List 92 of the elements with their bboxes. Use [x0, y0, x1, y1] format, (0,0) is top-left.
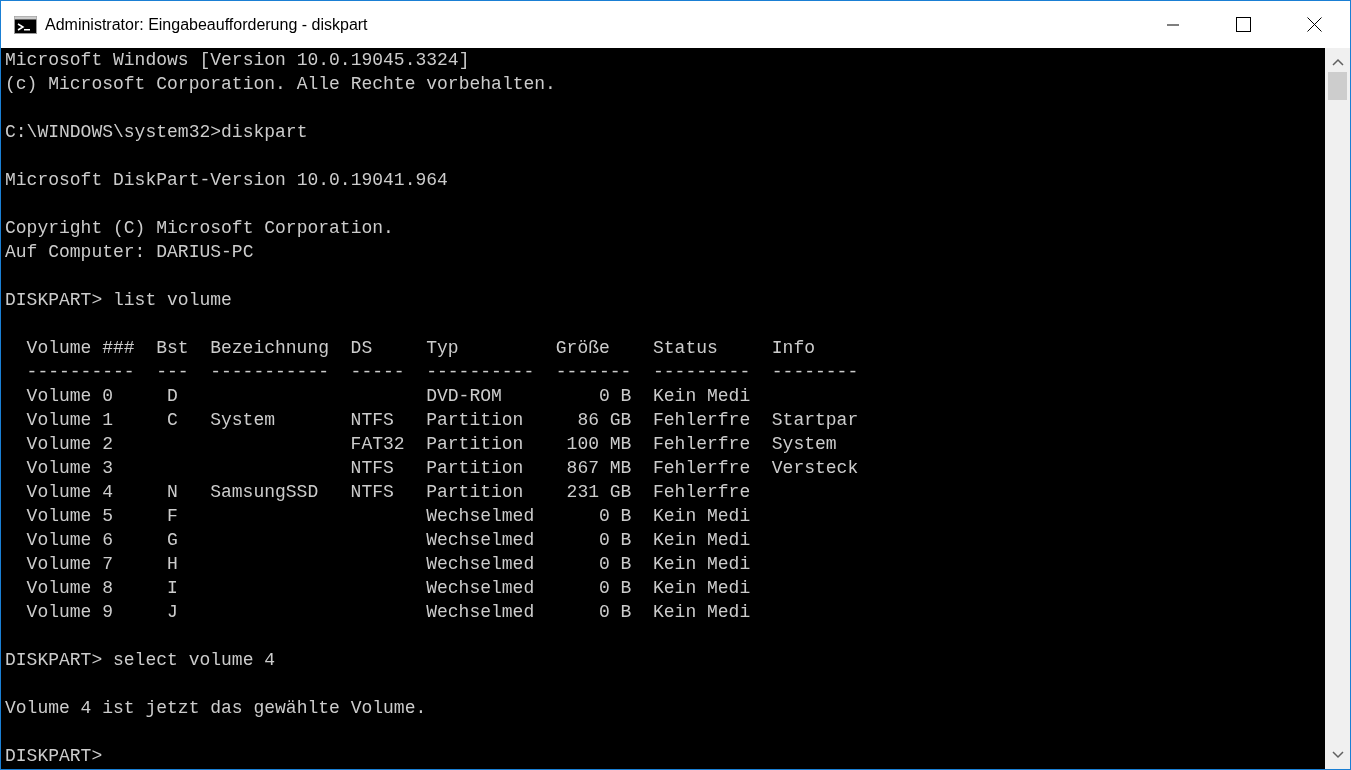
table-cell: Wechselmed [426, 554, 535, 574]
table-cell: 0 B [599, 602, 632, 622]
table-cell: 86 GB [577, 410, 632, 430]
scroll-up-icon[interactable] [1331, 58, 1344, 66]
separator-line: ----- [350, 362, 405, 382]
table-cell: NTFS [350, 458, 394, 478]
console-line: Copyright (C) Microsoft Corporation. [5, 218, 394, 238]
console-line: Volume 4 ist jetzt das gewählte Volume. [5, 698, 427, 718]
table-cell: Versteck [771, 458, 859, 478]
table-cell: 867 MB [566, 458, 632, 478]
table-cell: G [167, 530, 178, 550]
table-cell: Fehlerfre [653, 482, 751, 502]
separator-line: -------- [771, 362, 859, 382]
table-cell: NTFS [350, 410, 394, 430]
console-line: Microsoft DiskPart-Version 10.0.19041.964 [5, 170, 448, 190]
scroll-down-icon[interactable] [1331, 751, 1344, 759]
console-line: DISKPART> [5, 746, 103, 766]
table-cell: Kein Medi [653, 506, 751, 526]
table-cell: N [167, 482, 178, 502]
table-cell: Fehlerfre [653, 434, 751, 454]
console-line: DISKPART> list volume [5, 290, 232, 310]
console-line: C:\WINDOWS\system32>diskpart [5, 122, 308, 142]
table-cell: Volume 9 [26, 602, 113, 622]
table-cell: C [167, 410, 178, 430]
column-header: Typ [426, 338, 459, 358]
table-cell: Startpar [771, 410, 859, 430]
table-cell: Volume 1 [26, 410, 113, 430]
scrollbar-thumb[interactable] [1328, 72, 1347, 100]
table-cell: SamsungSSD [210, 482, 319, 502]
table-cell: Partition [426, 434, 524, 454]
table-cell: 0 B [599, 386, 632, 406]
table-cell: Kein Medi [653, 554, 751, 574]
column-header: Größe [555, 338, 610, 358]
column-header: Status [653, 338, 718, 358]
close-icon [1307, 17, 1322, 32]
separator-line: ---------- [426, 362, 535, 382]
command-prompt-icon [14, 15, 37, 34]
table-cell: Partition [426, 410, 524, 430]
column-header: DS [350, 338, 373, 358]
table-cell: 0 B [599, 506, 632, 526]
table-cell: Volume 6 [26, 530, 113, 550]
table-cell: 231 GB [566, 482, 632, 502]
table-cell: DVD-ROM [426, 386, 502, 406]
table-cell: Kein Medi [653, 386, 751, 406]
table-cell: F [167, 506, 178, 526]
table-cell: NTFS [350, 482, 394, 502]
separator-line: ---------- [26, 362, 135, 382]
table-cell: Fehlerfre [653, 410, 751, 430]
table-cell: Volume 3 [26, 458, 113, 478]
table-cell: 0 B [599, 578, 632, 598]
table-cell: Wechselmed [426, 602, 535, 622]
table-cell: System [771, 434, 837, 454]
separator-line: ------- [555, 362, 632, 382]
console-line: Microsoft Windows [Version 10.0.19045.3324] [5, 50, 470, 70]
column-header: Bezeichnung [210, 338, 329, 358]
table-cell: Volume 2 [26, 434, 113, 454]
scrollbar[interactable] [1325, 48, 1350, 769]
table-cell: 0 B [599, 530, 632, 550]
separator-line: --------- [653, 362, 751, 382]
table-cell: Kein Medi [653, 530, 751, 550]
column-header: Info [771, 338, 815, 358]
table-cell: Wechselmed [426, 506, 535, 526]
table-cell: D [167, 386, 178, 406]
table-cell: I [167, 578, 178, 598]
table-cell: Wechselmed [426, 578, 535, 598]
table-cell: Volume 8 [26, 578, 113, 598]
table-cell: Volume 7 [26, 554, 113, 574]
table-cell: Kein Medi [653, 578, 751, 598]
table-cell: Kein Medi [653, 602, 751, 622]
minimize-icon [1166, 23, 1179, 26]
console-line: (c) Microsoft Corporation. Alle Rechte vorbehalten. [5, 74, 556, 94]
table-cell: 0 B [599, 554, 632, 574]
separator-line: --- [156, 362, 189, 382]
table-cell: Partition [426, 458, 524, 478]
table-cell: 100 MB [566, 434, 632, 454]
table-cell: FAT32 [350, 434, 405, 454]
table-cell: System [210, 410, 275, 430]
window-title: Administrator: Eingabeaufforderung - diskpart [45, 14, 368, 35]
maximize-icon [1236, 17, 1251, 32]
table-cell: H [167, 554, 178, 574]
table-cell: Wechselmed [426, 530, 535, 550]
table-cell: Volume 0 [26, 386, 113, 406]
table-cell: Fehlerfre [653, 458, 751, 478]
column-header: Bst [156, 338, 189, 358]
table-cell: Partition [426, 482, 524, 502]
console-line: DISKPART> select volume 4 [5, 650, 276, 670]
table-cell: J [167, 602, 178, 622]
column-header: Volume ### [26, 338, 135, 358]
console-line: Auf Computer: DARIUS-PC [5, 242, 254, 262]
table-cell: Volume 5 [26, 506, 113, 526]
separator-line: ----------- [210, 362, 329, 382]
table-cell: Volume 4 [26, 482, 113, 502]
